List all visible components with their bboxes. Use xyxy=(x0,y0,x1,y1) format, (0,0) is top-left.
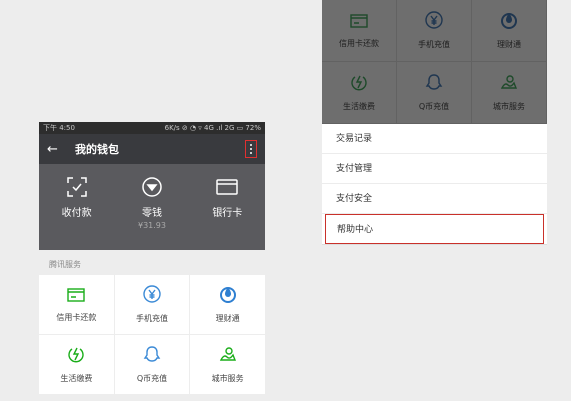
service-utilities[interactable]: 生活缴费 xyxy=(39,335,114,394)
service-label: 城市服务 xyxy=(211,374,244,383)
drop-icon xyxy=(500,11,518,33)
service-licaitong: 理财通 xyxy=(472,0,547,62)
back-arrow-icon[interactable]: ← xyxy=(47,142,67,157)
status-indicators: 6K/s ⊘ ◔ ▿ 4G .ıl 2G ▭ 72% xyxy=(164,124,261,132)
wallet-item-change[interactable]: 零钱 ¥31.93 xyxy=(114,164,189,250)
menu-item-payment-management[interactable]: 支付管理 xyxy=(322,154,547,184)
service-licaitong[interactable]: 理财通 xyxy=(190,275,265,334)
services-grid: 信用卡还款 手机充值 理财通 生活缴费 Q币充值 城市服务 xyxy=(39,275,265,394)
wallet-item-bankcard[interactable]: 银行卡 xyxy=(190,164,265,250)
service-label: 信用卡还款 xyxy=(339,38,379,48)
status-bar: 下午 4:50 6K/s ⊘ ◔ ▿ 4G .ıl 2G ▭ 72% xyxy=(39,122,265,134)
service-mobile-topup: 手机充值 xyxy=(397,0,472,62)
dimmed-services-grid: 信用卡还款 手机充值 理财通 生活缴费 Q币充值 城市服务 xyxy=(322,0,547,124)
page-title: 我的钱包 xyxy=(75,143,119,156)
service-label: 生活缴费 xyxy=(60,374,93,383)
service-credit-card: 信用卡还款 xyxy=(322,0,397,62)
section-title: 腾讯服务 xyxy=(49,260,81,269)
service-label: 理财通 xyxy=(215,314,240,323)
service-qcoin: Q币充值 xyxy=(397,62,472,124)
service-label: 信用卡还款 xyxy=(56,312,97,322)
service-label: 手机充值 xyxy=(135,314,168,323)
lightning-icon xyxy=(67,345,85,367)
wallet-item-label: 银行卡 xyxy=(212,208,243,219)
service-city[interactable]: 城市服务 xyxy=(190,335,265,394)
wallet-screen: 下午 4:50 6K/s ⊘ ◔ ▿ 4G .ıl 2G ▭ 72% ← 我的钱… xyxy=(39,122,265,401)
credit-card-icon xyxy=(67,287,86,306)
more-menu-button[interactable] xyxy=(245,140,257,158)
service-city: 城市服务 xyxy=(472,62,547,124)
lightning-icon xyxy=(350,73,368,95)
service-utilities: 生活缴费 xyxy=(322,62,397,124)
city-icon xyxy=(500,73,518,95)
yen-icon xyxy=(425,11,443,33)
wallet-item-label: 零钱 xyxy=(141,208,162,219)
service-mobile-topup[interactable]: 手机充值 xyxy=(114,275,190,334)
menu-item-help-center[interactable]: 帮助中心 xyxy=(325,214,544,244)
status-time: 下午 4:50 xyxy=(43,124,75,132)
title-bar: ← 我的钱包 xyxy=(39,134,265,164)
wallet-item-pay[interactable]: 收付款 xyxy=(39,164,114,250)
service-label: Q币充值 xyxy=(136,374,168,383)
service-label: 城市服务 xyxy=(493,102,525,111)
menu-item-payment-security[interactable]: 支付安全 xyxy=(322,184,547,214)
wallet-panel: 收付款 零钱 ¥31.93 银行卡 xyxy=(39,164,265,250)
menu-item-transactions[interactable]: 交易记录 xyxy=(322,124,547,154)
qq-icon xyxy=(425,73,443,95)
balance-value: ¥31.93 xyxy=(137,221,166,230)
service-label: Q币充值 xyxy=(418,102,450,111)
service-label: 手机充值 xyxy=(418,40,450,49)
scan-icon xyxy=(66,176,88,198)
city-icon xyxy=(219,345,237,367)
more-dropdown-menu: 交易记录 支付管理 支付安全 帮助中心 xyxy=(322,124,547,245)
coin-icon xyxy=(141,176,163,198)
qq-icon xyxy=(143,345,161,367)
service-qcoin[interactable]: Q币充值 xyxy=(114,335,190,394)
yen-icon xyxy=(143,285,161,307)
drop-icon xyxy=(219,285,237,307)
wallet-item-label: 收付款 xyxy=(61,208,92,219)
service-label: 理财通 xyxy=(497,40,521,49)
menu-screen: 信用卡还款 手机充值 理财通 生活缴费 Q币充值 城市服务 交易记录 支付管理 … xyxy=(322,0,547,245)
service-label: 生活缴费 xyxy=(343,102,375,111)
credit-card-icon xyxy=(350,13,368,32)
card-icon xyxy=(215,176,239,198)
service-credit-card[interactable]: 信用卡还款 xyxy=(39,275,114,334)
